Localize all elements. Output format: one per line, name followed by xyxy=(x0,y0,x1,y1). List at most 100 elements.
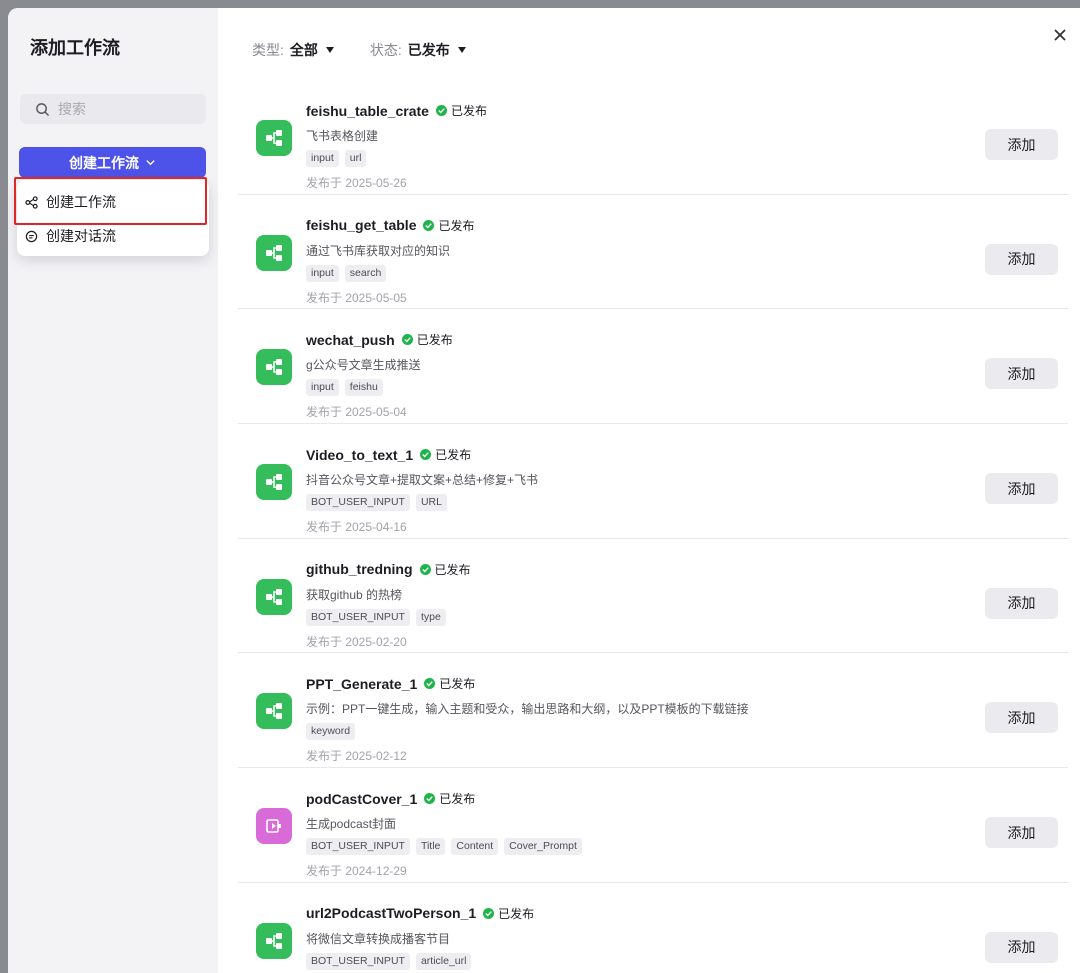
workflow-row: PPT_Generate_1 已发布 示例：PPT一键生成，输入主题和受众，输出… xyxy=(238,653,1068,769)
check-circle-icon xyxy=(419,563,431,575)
caret-down-icon xyxy=(325,47,334,53)
publish-date: 发布于 2025-04-16 xyxy=(306,520,407,535)
param-tags: input url xyxy=(306,150,367,167)
workflow-description: 示例：PPT一键生成，输入主题和受众，输出思路和大纲，以及PPT模板的下载链接 xyxy=(306,702,749,717)
workflow-name: PPT_Generate_1 xyxy=(306,675,418,692)
workflow-title: github_tredning 已发布 xyxy=(306,561,471,578)
caret-down-icon xyxy=(457,47,466,53)
workflow-row: feishu_table_crate 已发布 飞书表格创建 input url 发… xyxy=(238,80,1068,195)
param-tag: url xyxy=(344,150,367,167)
workflow-description: 抖音公众号文章+提取文案+总结+修复+飞书 xyxy=(306,473,539,488)
add-button[interactable]: 添加 xyxy=(985,587,1058,619)
status-filter[interactable]: 状态: 已发布 xyxy=(370,40,466,60)
check-circle-icon xyxy=(483,907,495,919)
status-badge: 已发布 xyxy=(424,675,475,692)
add-button[interactable]: 添加 xyxy=(985,243,1058,275)
search-box[interactable] xyxy=(20,94,206,124)
type-filter-value: 全部 xyxy=(289,42,318,58)
param-tag: BOT_USER_INPUT xyxy=(306,608,410,626)
status-text: 已发布 xyxy=(416,333,453,348)
workflow-title: wechat_push 已发布 xyxy=(306,331,453,348)
param-tag: input xyxy=(306,150,339,167)
workflow-name: url2PodcastTwoPerson_1 xyxy=(306,905,477,922)
param-tag: BOT_USER_INPUT xyxy=(306,838,410,856)
workflow-name: github_tredning xyxy=(306,561,413,578)
add-button[interactable]: 添加 xyxy=(985,473,1058,505)
param-tag: input xyxy=(306,379,339,397)
add-button[interactable]: 添加 xyxy=(985,817,1058,849)
status-badge: 已发布 xyxy=(424,790,475,807)
param-tag: keyword xyxy=(306,723,356,741)
workflow-row: github_tredning 已发布 获取github 的热榜 BOT_USE… xyxy=(238,539,1068,654)
workflow-icon xyxy=(256,578,292,615)
status-text: 已发布 xyxy=(438,218,475,233)
status-badge: 已发布 xyxy=(423,217,475,234)
check-circle-icon xyxy=(424,678,436,690)
publish-date: 发布于 2025-05-05 xyxy=(306,290,407,305)
workflow-title: PPT_Generate_1 已发布 xyxy=(306,675,475,692)
status-text: 已发布 xyxy=(435,448,472,463)
status-badge: 已发布 xyxy=(483,905,534,922)
add-button[interactable]: 添加 xyxy=(985,702,1058,734)
workflow-title: feishu_get_table 已发布 xyxy=(306,217,475,234)
workflow-icon xyxy=(256,349,292,386)
workflow-name: Video_to_text_1 xyxy=(306,446,414,463)
menu-item-create-chatflow[interactable]: 创建对话流 xyxy=(17,220,209,252)
workflow-row: Video_to_text_1 已发布 抖音公众号文章+提取文案+总结+修复+飞… xyxy=(238,424,1068,539)
search-icon xyxy=(36,102,49,116)
status-text: 已发布 xyxy=(498,906,535,921)
publish-date: 发布于 2025-02-20 xyxy=(306,634,407,649)
status-text: 已发布 xyxy=(439,792,476,807)
workflow-name: feishu_get_table xyxy=(306,217,417,234)
add-button[interactable]: 添加 xyxy=(985,129,1058,160)
publish-date: 发布于 2025-02-12 xyxy=(306,749,407,764)
add-button[interactable]: 添加 xyxy=(985,931,1058,963)
param-tag: Cover_Prompt xyxy=(504,838,582,856)
workflow-row: wechat_push 已发布 g公众号文章生成推送 input feishu 发… xyxy=(238,309,1068,425)
create-workflow-button[interactable]: 创建工作流 xyxy=(19,147,206,178)
menu-item-create-workflow[interactable]: 创建工作流 xyxy=(17,186,209,218)
param-tag: Content xyxy=(451,838,499,856)
workflow-name: feishu_table_crate xyxy=(306,102,429,119)
publish-date: 发布于 2024-12-29 xyxy=(306,864,407,879)
param-tag: BOT_USER_INPUT xyxy=(306,952,410,970)
workflow-icon xyxy=(256,693,292,730)
workflow-row: podCastCover_1 已发布 生成podcast封面 BOT_USER_… xyxy=(238,768,1068,883)
workflow-description: g公众号文章生成推送 xyxy=(306,358,421,373)
add-workflow-modal: 添加工作流 创建工作流 创建工作流 创建对话流 类型: 全部 xyxy=(8,8,1080,973)
workflow-description: 生成podcast封面 xyxy=(306,817,397,832)
workflow-title: feishu_table_crate 已发布 xyxy=(306,102,487,119)
check-circle-icon xyxy=(420,449,432,461)
param-tags: BOT_USER_INPUT Title Content Cover_Prompt xyxy=(306,838,582,856)
workflow-title: url2PodcastTwoPerson_1 已发布 xyxy=(306,905,534,922)
param-tags: input search xyxy=(306,264,387,282)
status-badge: 已发布 xyxy=(419,561,471,578)
workflow-list: feishu_table_crate 已发布 飞书表格创建 input url 发… xyxy=(238,80,1068,973)
workflow-icon xyxy=(256,234,292,271)
param-tag: input xyxy=(306,264,339,282)
menu-item-label: 创建对话流 xyxy=(46,228,116,244)
check-circle-icon xyxy=(401,334,413,346)
param-tag: search xyxy=(344,264,387,282)
close-icon[interactable] xyxy=(1052,27,1068,43)
chat-flow-icon xyxy=(25,230,38,242)
create-workflow-button-label: 创建工作流 xyxy=(69,154,139,171)
status-filter-value: 已发布 xyxy=(407,42,450,58)
workflow-icon xyxy=(256,922,292,959)
status-badge: 已发布 xyxy=(420,446,471,463)
param-tag: Title xyxy=(415,838,446,856)
workflow-row: feishu_get_table 已发布 通过飞书库获取对应的知识 input s… xyxy=(238,195,1068,310)
param-tag: article_url xyxy=(415,952,472,970)
menu-item-label: 创建工作流 xyxy=(46,194,116,210)
type-filter-label: 类型: xyxy=(252,42,284,58)
param-tag: BOT_USER_INPUT xyxy=(306,494,410,512)
param-tags: BOT_USER_INPUT type xyxy=(306,608,446,626)
chevron-down-icon xyxy=(146,160,155,166)
check-circle-icon xyxy=(435,105,447,116)
search-input[interactable] xyxy=(58,101,198,117)
workflow-description: 获取github 的热榜 xyxy=(306,587,403,602)
add-button[interactable]: 添加 xyxy=(985,358,1058,390)
param-tags: input feishu xyxy=(306,379,383,397)
modal-title: 添加工作流 xyxy=(30,38,120,58)
type-filter[interactable]: 类型: 全部 xyxy=(252,40,334,60)
